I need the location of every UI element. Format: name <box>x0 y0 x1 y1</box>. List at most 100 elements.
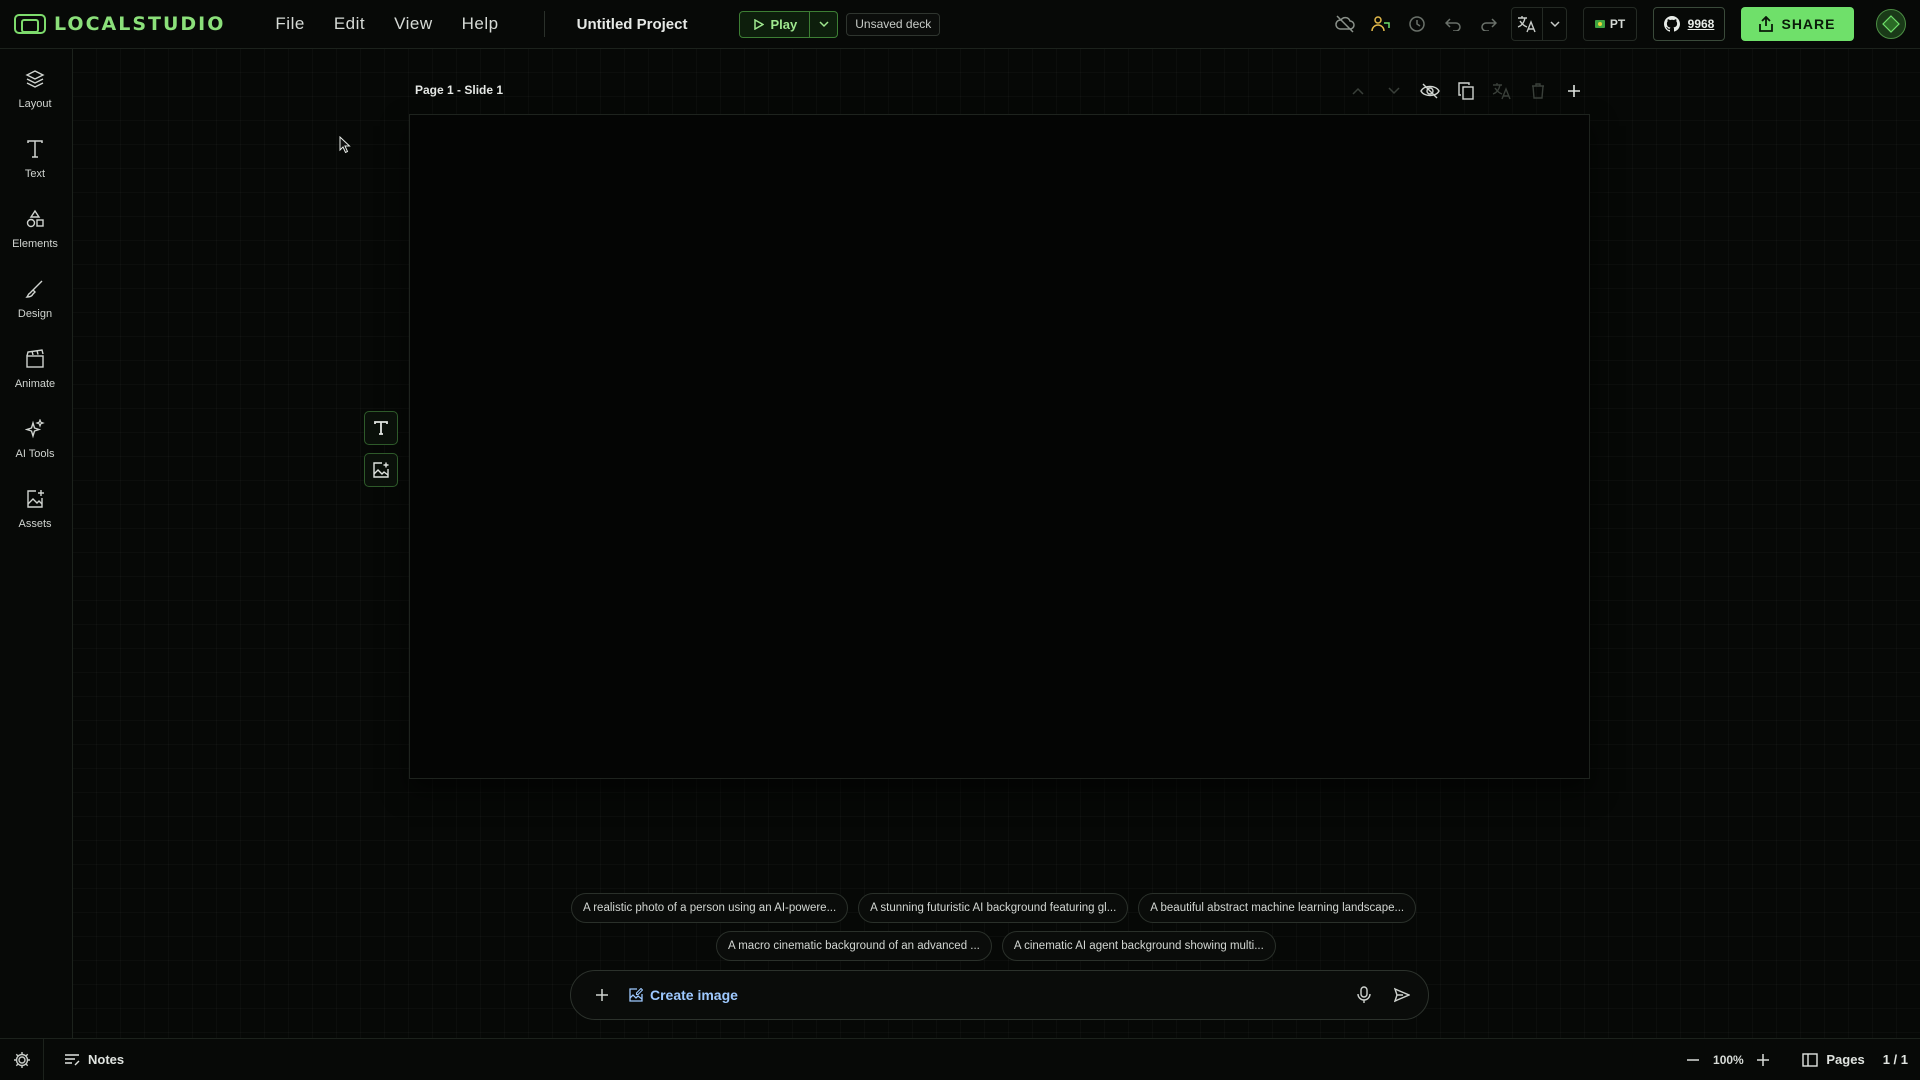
suggestions-row: A realistic photo of a person using an A… <box>571 893 1417 923</box>
gear-icon <box>13 1051 30 1068</box>
language-code: PT <box>1609 17 1626 31</box>
eye-off-icon <box>1420 83 1440 99</box>
play-button[interactable]: Play <box>739 10 811 38</box>
menu-view[interactable]: View <box>394 14 433 34</box>
redo-icon[interactable] <box>1471 8 1507 40</box>
settings-button[interactable] <box>0 1038 44 1080</box>
text-icon <box>26 136 44 162</box>
zoom-out-button[interactable] <box>1678 1045 1708 1075</box>
pages-label: Pages <box>1826 1052 1865 1067</box>
sidebar-item-label: Text <box>24 168 46 180</box>
copy-icon <box>1458 82 1474 100</box>
sidebar-item-layout[interactable]: Layout <box>0 66 70 124</box>
add-text-button[interactable] <box>364 411 398 445</box>
menu-help[interactable]: Help <box>462 14 499 34</box>
floating-toolbar <box>364 411 398 495</box>
sparkles-icon <box>25 416 45 442</box>
send-icon <box>1394 987 1410 1003</box>
play-options-button[interactable] <box>810 10 839 38</box>
suggestion-chip[interactable]: A realistic photo of a person using an A… <box>571 893 849 923</box>
page-count: 1 / 1 <box>1882 1052 1908 1067</box>
history-icon[interactable] <box>1399 8 1435 40</box>
sidebar-item-label: Layout <box>18 98 52 110</box>
prompt-bar[interactable]: Create image <box>570 970 1429 1020</box>
attach-button[interactable] <box>587 988 617 1002</box>
notes-button[interactable]: Notes <box>64 1052 124 1067</box>
slide-canvas[interactable] <box>409 114 1590 779</box>
image-plus-icon <box>25 486 45 512</box>
send-button[interactable] <box>1386 979 1418 1011</box>
suggestion-chip[interactable]: A beautiful abstract machine learning la… <box>1138 893 1417 923</box>
pages-button[interactable]: Pages <box>1802 1052 1865 1067</box>
image-edit-icon <box>629 988 643 1002</box>
divider <box>543 11 545 37</box>
language-button[interactable]: PT <box>1583 7 1637 41</box>
sidebar-item-text[interactable]: Text <box>0 136 70 194</box>
sidebar-item-design[interactable]: Design <box>0 276 70 334</box>
suggestion-chip[interactable]: A cinematic AI agent background showing … <box>1001 931 1276 961</box>
move-up-button[interactable] <box>1340 76 1376 106</box>
slide-toolbar <box>1340 76 1592 106</box>
microphone-button[interactable] <box>1348 979 1380 1011</box>
sidebar-item-label: AI Tools <box>15 448 55 460</box>
translate-options-button[interactable] <box>1542 8 1566 40</box>
avatar[interactable] <box>1876 9 1906 39</box>
add-image-button[interactable] <box>364 453 398 487</box>
flag-icon <box>1594 20 1605 28</box>
undo-icon[interactable] <box>1435 8 1471 40</box>
translate-icon[interactable] <box>1512 8 1542 40</box>
menu-edit[interactable]: Edit <box>334 14 365 34</box>
create-image-mode[interactable]: Create image <box>629 987 738 1003</box>
play-label: Play <box>770 16 798 32</box>
brush-icon <box>25 276 45 302</box>
top-bar: LOCALSTUDIO File Edit View Help Untitled… <box>0 0 1920 49</box>
notes-icon <box>65 1053 80 1065</box>
chevron-up-icon <box>1352 87 1364 95</box>
sidebar-item-assets[interactable]: Assets <box>0 486 70 544</box>
github-stars-count: 9968 <box>1687 17 1715 31</box>
chevron-down-icon <box>1549 20 1560 27</box>
translate-slide-button[interactable] <box>1484 76 1520 106</box>
suggestion-chip[interactable]: A macro cinematic background of an advan… <box>716 931 992 961</box>
cloud-off-icon[interactable] <box>1327 8 1363 40</box>
github-stars-button[interactable]: 9968 <box>1653 7 1725 41</box>
suggestions-row: A macro cinematic background of an advan… <box>716 931 1276 961</box>
delete-slide-button[interactable] <box>1520 76 1556 106</box>
share-button[interactable]: SHARE <box>1741 7 1854 41</box>
bottom-right-controls: 100% Pages 1 / 1 <box>1678 1045 1908 1075</box>
brand-logo[interactable]: LOCALSTUDIO <box>14 13 225 35</box>
sidebar-item-label: Elements <box>12 238 58 250</box>
layers-icon <box>25 66 45 92</box>
logo-icon <box>14 14 46 34</box>
translate-icon <box>1492 83 1511 100</box>
sidebar-item-animate[interactable]: Animate <box>0 346 70 404</box>
sidebar-item-ai-tools[interactable]: AI Tools <box>0 416 70 474</box>
project-title[interactable]: Untitled Project <box>577 16 688 33</box>
menu-file[interactable]: File <box>275 14 304 34</box>
cursor-icon <box>339 136 351 154</box>
github-icon <box>1663 16 1680 32</box>
zoom-in-button[interactable] <box>1748 1045 1778 1075</box>
sidebar-item-elements[interactable]: Elements <box>0 206 70 264</box>
microphone-icon <box>1357 986 1371 1003</box>
play-group: Play <box>739 10 839 38</box>
share-label: SHARE <box>1781 16 1836 32</box>
suggestion-chip[interactable]: A stunning futuristic AI background feat… <box>858 893 1129 923</box>
hide-slide-button[interactable] <box>1412 76 1448 106</box>
users-sync-icon[interactable] <box>1363 8 1399 40</box>
deck-status-badge: Unsaved deck <box>846 12 941 36</box>
prompt-actions <box>1348 979 1418 1011</box>
trash-icon <box>1532 83 1544 99</box>
clapperboard-icon <box>25 346 45 372</box>
shapes-icon <box>25 206 45 232</box>
sidebar-item-label: Animate <box>14 378 56 390</box>
translate-group <box>1511 7 1567 41</box>
zoom-level[interactable]: 100% <box>1708 1053 1748 1067</box>
plus-icon <box>1568 85 1580 97</box>
play-icon <box>754 18 765 30</box>
move-down-button[interactable] <box>1376 76 1412 106</box>
add-slide-button[interactable] <box>1556 76 1592 106</box>
top-right-actions: PT 9968 SHARE <box>1327 0 1920 49</box>
duplicate-slide-button[interactable] <box>1448 76 1484 106</box>
sidebar-item-label: Design <box>17 308 53 320</box>
